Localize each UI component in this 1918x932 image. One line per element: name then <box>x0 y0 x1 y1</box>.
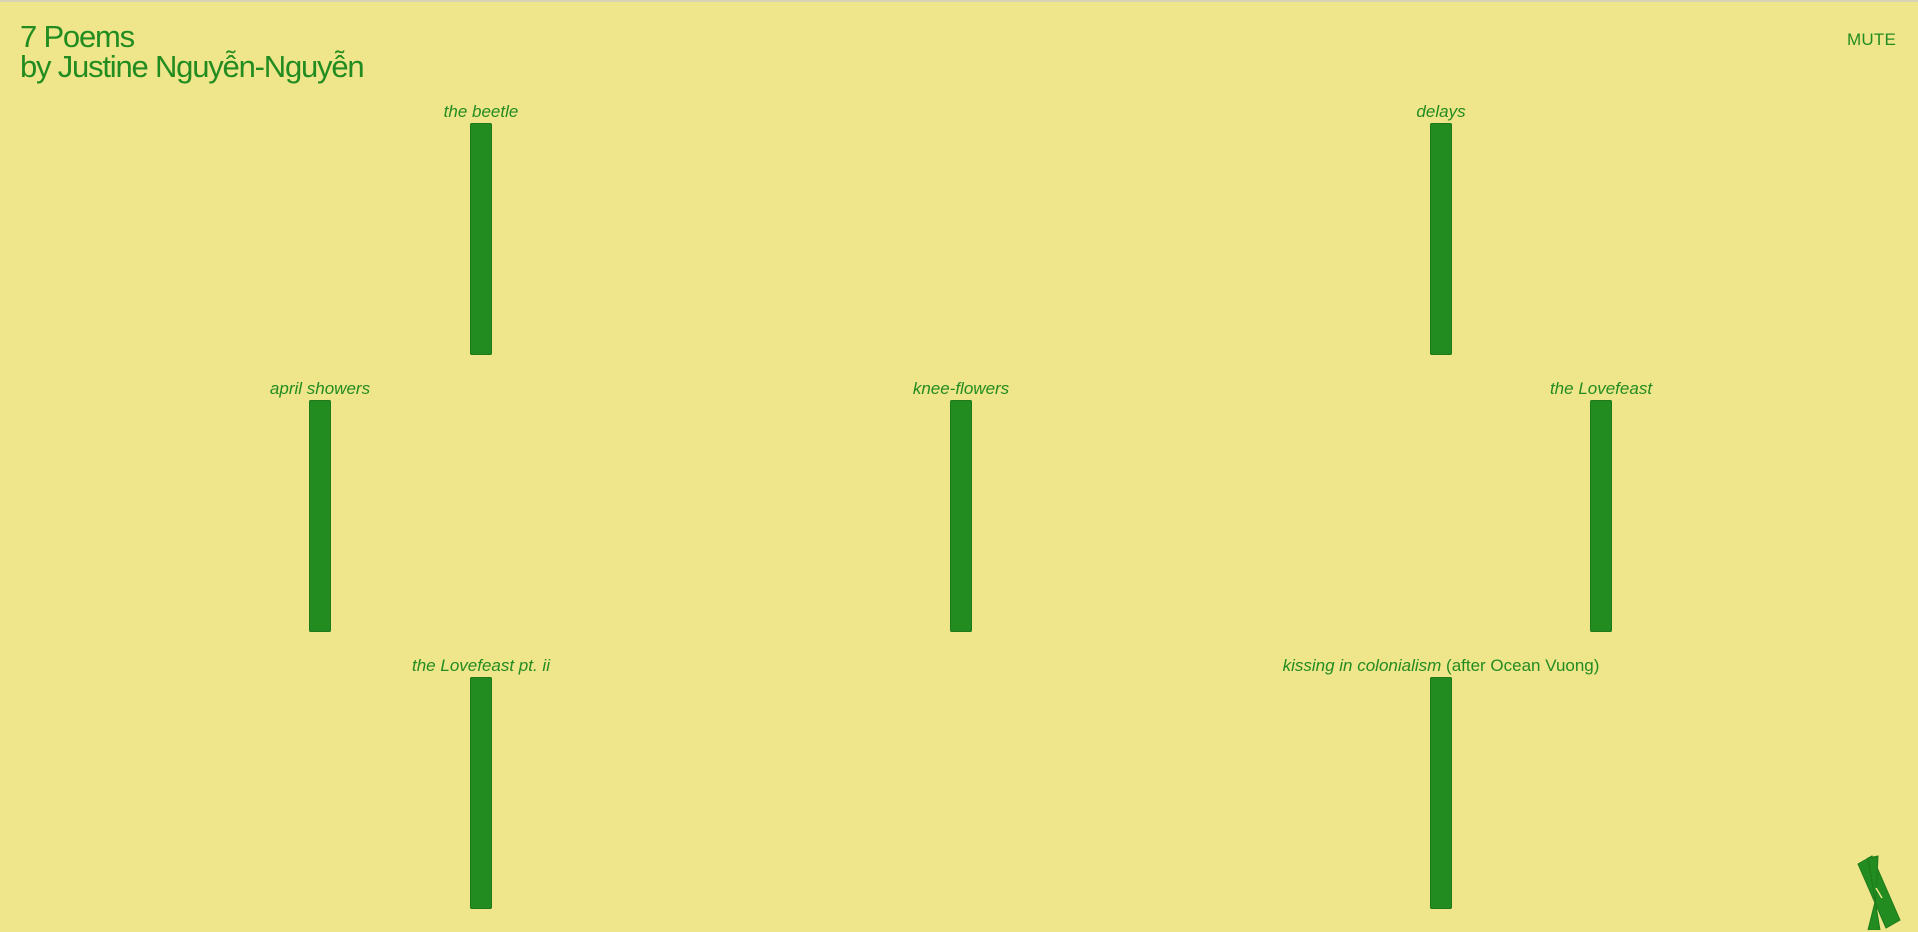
poem-subtitle-text: (after Ocean Vuong) <box>1441 656 1600 675</box>
poem-title-text: the Lovefeast <box>1549 379 1653 398</box>
poem-title: the beetle <box>444 102 519 122</box>
poem-title: kissing in colonialism (after Ocean Vuon… <box>1283 656 1600 676</box>
poem-title-text: knee-flowers <box>912 379 1010 398</box>
page-header: 7 Poems by Justine Nguyễn-Nguyễn <box>20 19 365 84</box>
poem-title: delays <box>1416 102 1465 122</box>
poem-bar[interactable] <box>1590 400 1612 632</box>
author-line: by Justine Nguyễn-Nguyễn <box>20 49 365 84</box>
poem-bar[interactable] <box>950 400 972 632</box>
poem-title-text: delays <box>1416 102 1466 121</box>
poem-title-text: the Lovefeast pt. ii <box>412 656 550 675</box>
mute-button[interactable]: MUTE <box>1847 30 1896 50</box>
poem-bar[interactable] <box>309 400 331 632</box>
poem-title-text: april showers <box>269 379 371 398</box>
page: 7 Poems by Justine Nguyễn-Nguyễn MUTE th… <box>0 0 1918 932</box>
poem-bar[interactable] <box>1430 123 1452 355</box>
poem-title: the Lovefeast <box>1550 379 1652 399</box>
poem-title: april showers <box>270 379 370 399</box>
poem-title-text: kissing in colonialism <box>1282 656 1442 675</box>
hourglass-icon[interactable] <box>1856 854 1902 930</box>
page-title: 7 Poems <box>20 19 135 54</box>
poem-title-text: the beetle <box>443 102 519 121</box>
poem-title: knee-flowers <box>913 379 1009 399</box>
poem-bar[interactable] <box>1430 677 1452 909</box>
poem-bar[interactable] <box>470 677 492 909</box>
poem-bar[interactable] <box>470 123 492 355</box>
poem-title: the Lovefeast pt. ii <box>412 656 550 676</box>
